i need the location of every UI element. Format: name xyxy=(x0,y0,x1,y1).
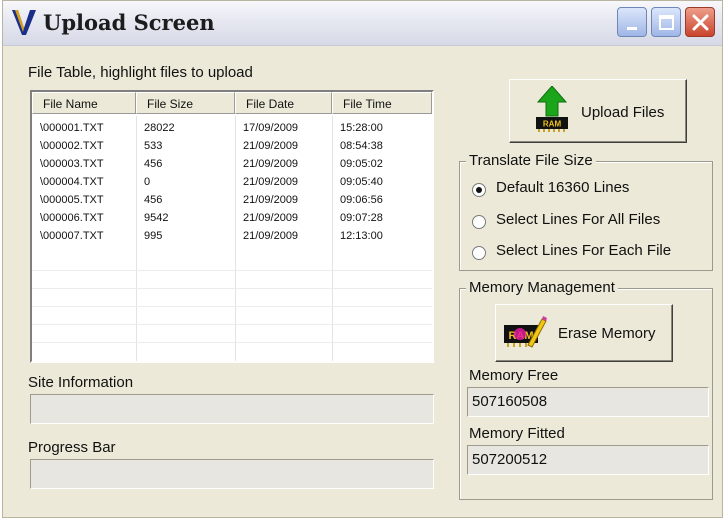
empty-row-line xyxy=(32,288,432,289)
erase-memory-button[interactable]: RAM Erase Memory xyxy=(495,304,673,362)
empty-row-line xyxy=(32,306,432,307)
cell-file-date: 21/09/2009 xyxy=(243,158,299,170)
cell-file-size: 0 xyxy=(144,176,151,188)
close-button[interactable] xyxy=(685,7,715,37)
memory-management-title: Memory Management xyxy=(466,279,618,296)
cell-file-time: 08:54:38 xyxy=(340,140,383,152)
cell-file-size: 533 xyxy=(144,140,163,152)
memory-free-label: Memory Free xyxy=(469,367,559,384)
translate-file-size-title: Translate File Size xyxy=(466,152,596,169)
radio-selected-dot xyxy=(476,187,482,193)
title-bar[interactable]: Upload Screen xyxy=(3,1,722,46)
cell-file-name: \000003.TXT xyxy=(40,158,104,170)
cell-file-date: 21/09/2009 xyxy=(243,140,299,152)
table-row[interactable]: \000005.TXT 456 21/09/2009 09:06:56 xyxy=(32,191,432,209)
radio-button[interactable] xyxy=(472,246,486,260)
cell-file-date: 21/09/2009 xyxy=(243,194,299,206)
cell-file-name: \000006.TXT xyxy=(40,212,104,224)
table-row[interactable]: \000001.TXT 28022 17/09/2009 15:28:00 xyxy=(32,119,432,137)
erase-memory-label: Erase Memory xyxy=(558,325,656,342)
cell-file-date: 21/09/2009 xyxy=(243,230,299,242)
site-information-label: Site Information xyxy=(28,374,134,391)
site-information-field xyxy=(30,394,434,424)
cell-file-time: 15:28:00 xyxy=(340,122,383,134)
cell-file-name: \000002.TXT xyxy=(40,140,104,152)
column-header-file-name[interactable]: File Name xyxy=(32,92,136,114)
cell-file-date: 21/09/2009 xyxy=(243,212,299,224)
memory-free-field: 507160508 xyxy=(467,387,709,417)
cell-file-name: \000005.TXT xyxy=(40,194,104,206)
cell-file-time: 12:13:00 xyxy=(340,230,383,242)
cell-file-size: 456 xyxy=(144,194,163,206)
translate-file-size-group: Translate File Size Default 16360 Lines … xyxy=(459,152,713,271)
table-row[interactable]: \000002.TXT 533 21/09/2009 08:54:38 xyxy=(32,137,432,155)
upload-icon-text: RAM xyxy=(543,120,562,129)
cell-file-size: 456 xyxy=(144,158,163,170)
erase-ram-icon: RAM xyxy=(504,316,547,348)
cell-file-name: \000004.TXT xyxy=(40,176,104,188)
cell-file-time: 09:05:40 xyxy=(340,176,383,188)
memory-fitted-field: 507200512 xyxy=(467,445,709,475)
cell-file-name: \000001.TXT xyxy=(40,122,104,134)
table-header: File Name File Size File Date File Time xyxy=(32,92,432,116)
empty-row-line xyxy=(32,342,432,343)
upload-files-label: Upload Files xyxy=(581,104,665,121)
table-body: \000001.TXT 28022 17/09/2009 15:28:00 \0… xyxy=(32,119,432,245)
table-row[interactable]: \000003.TXT 456 21/09/2009 09:05:02 xyxy=(32,155,432,173)
cell-file-size: 9542 xyxy=(144,212,169,224)
table-row[interactable]: \000006.TXT 9542 21/09/2009 09:07:28 xyxy=(32,209,432,227)
upload-screen-window: Upload Screen File Table, highlight file… xyxy=(2,0,723,518)
column-header-file-date[interactable]: File Date xyxy=(235,92,332,114)
maximize-button[interactable] xyxy=(651,7,681,37)
minimize-icon xyxy=(627,27,637,30)
radio-label: Select Lines For All Files xyxy=(496,211,661,228)
radio-button[interactable] xyxy=(472,215,486,229)
empty-row-line xyxy=(32,324,432,325)
file-table-caption: File Table, highlight files to upload xyxy=(28,64,253,81)
upload-files-button[interactable]: RAM Upload Files xyxy=(509,79,687,143)
radio-label: Default 16360 Lines xyxy=(496,179,630,196)
column-header-file-time[interactable]: File Time xyxy=(332,92,432,114)
cell-file-date: 17/09/2009 xyxy=(243,122,299,134)
cell-file-time: 09:07:28 xyxy=(340,212,383,224)
radio-label: Select Lines For Each File xyxy=(496,242,672,259)
cell-file-size: 28022 xyxy=(144,122,175,134)
file-table[interactable]: File Name File Size File Date File Time … xyxy=(30,90,434,363)
column-header-file-size[interactable]: File Size xyxy=(136,92,235,114)
memory-fitted-label: Memory Fitted xyxy=(469,425,565,442)
cell-file-time: 09:06:56 xyxy=(340,194,383,206)
table-row[interactable]: \000004.TXT 0 21/09/2009 09:05:40 xyxy=(32,173,432,191)
radio-button[interactable] xyxy=(472,183,486,197)
cell-file-size: 995 xyxy=(144,230,163,242)
window-title: Upload Screen xyxy=(43,10,215,35)
table-row[interactable]: \000007.TXT 995 21/09/2009 12:13:00 xyxy=(32,227,432,245)
progress-bar xyxy=(30,459,434,489)
maximize-icon xyxy=(659,15,674,30)
upload-ram-icon: RAM xyxy=(536,86,568,132)
progress-bar-label: Progress Bar xyxy=(28,439,116,456)
cell-file-date: 21/09/2009 xyxy=(243,176,299,188)
cell-file-time: 09:05:02 xyxy=(340,158,383,170)
empty-row-line xyxy=(32,270,432,271)
cell-file-name: \000007.TXT xyxy=(40,230,104,242)
minimize-button[interactable] xyxy=(617,7,647,37)
close-icon xyxy=(692,14,709,31)
app-logo-icon xyxy=(12,10,36,35)
